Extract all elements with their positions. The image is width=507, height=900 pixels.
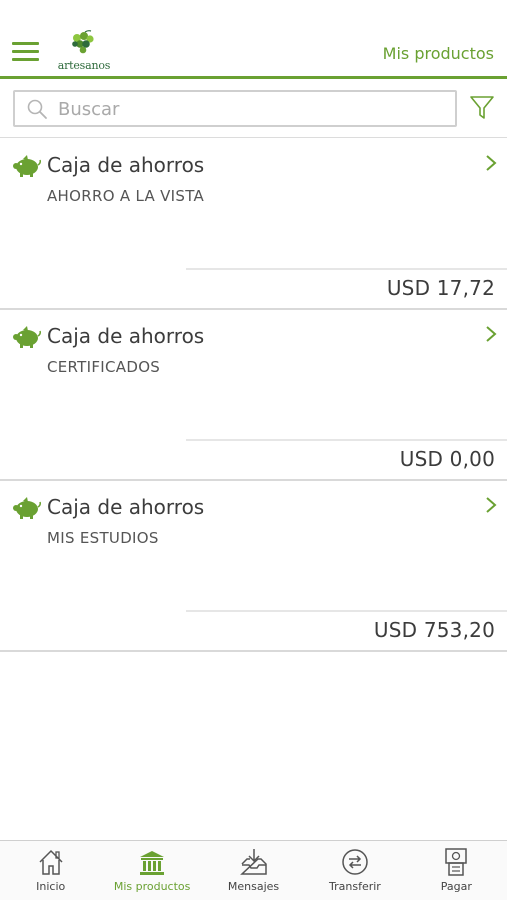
tab-label: Mensajes bbox=[227, 880, 280, 893]
product-card[interactable]: Caja de ahorros CERTIFICADOS USD 0,00 bbox=[0, 310, 507, 481]
page-title: Mis productos bbox=[382, 44, 494, 63]
tab-transferir[interactable]: Transferir bbox=[304, 841, 405, 900]
chevron-right-icon[interactable] bbox=[484, 153, 498, 173]
home-icon bbox=[39, 849, 63, 875]
product-card[interactable]: Caja de ahorros AHORRO A LA VISTA USD 17… bbox=[0, 139, 507, 310]
product-name: CERTIFICADOS bbox=[47, 358, 161, 376]
payment-icon bbox=[445, 848, 468, 876]
tab-label: Mis productos bbox=[113, 880, 191, 893]
search-icon bbox=[27, 99, 47, 119]
grape-logo-icon bbox=[72, 30, 94, 54]
card-divider bbox=[186, 610, 507, 612]
bank-icon bbox=[140, 851, 165, 875]
card-divider bbox=[186, 439, 507, 441]
transfer-icon bbox=[342, 849, 368, 875]
product-card[interactable]: Caja de ahorros MIS ESTUDIOS USD 753,20 bbox=[0, 481, 507, 652]
tab-label: Pagar bbox=[440, 880, 472, 893]
logo-text: artesanos bbox=[57, 59, 111, 72]
piggy-bank-icon bbox=[13, 497, 41, 519]
tab-inicio[interactable]: Inicio bbox=[0, 841, 101, 900]
brand-logo: artesanos bbox=[55, 30, 113, 72]
product-type: Caja de ahorros bbox=[47, 153, 205, 177]
menu-bar bbox=[12, 50, 39, 53]
tab-label: Transferir bbox=[329, 880, 381, 893]
product-type: Caja de ahorros bbox=[47, 324, 205, 348]
filter-icon[interactable] bbox=[468, 94, 496, 122]
search-box[interactable] bbox=[13, 90, 457, 127]
tab-pagar[interactable]: Pagar bbox=[406, 841, 507, 900]
product-type: Caja de ahorros bbox=[47, 495, 205, 519]
inbox-download-icon bbox=[239, 849, 267, 875]
tab-mensajes[interactable]: Mensajes bbox=[203, 841, 304, 900]
hamburger-menu-button[interactable] bbox=[12, 42, 39, 64]
menu-bar bbox=[12, 58, 39, 61]
product-amount: USD 0,00 bbox=[399, 447, 495, 471]
search-row bbox=[0, 82, 507, 138]
chevron-right-icon[interactable] bbox=[484, 495, 498, 515]
piggy-bank-icon bbox=[13, 155, 41, 177]
bottom-tab-bar: Inicio Mis productos Mensajes Transferir bbox=[0, 840, 507, 900]
card-divider bbox=[186, 268, 507, 270]
product-name: MIS ESTUDIOS bbox=[47, 529, 159, 547]
product-amount: USD 17,72 bbox=[386, 276, 495, 300]
product-amount: USD 753,20 bbox=[373, 618, 495, 642]
chevron-right-icon[interactable] bbox=[484, 324, 498, 344]
tab-label: Inicio bbox=[36, 880, 66, 893]
app-header: artesanos Mis productos bbox=[0, 0, 507, 79]
search-input[interactable] bbox=[58, 96, 448, 123]
piggy-bank-icon bbox=[13, 326, 41, 348]
product-name: AHORRO A LA VISTA bbox=[47, 187, 205, 205]
tab-mis-productos[interactable]: Mis productos bbox=[101, 841, 202, 900]
menu-bar bbox=[12, 42, 39, 45]
